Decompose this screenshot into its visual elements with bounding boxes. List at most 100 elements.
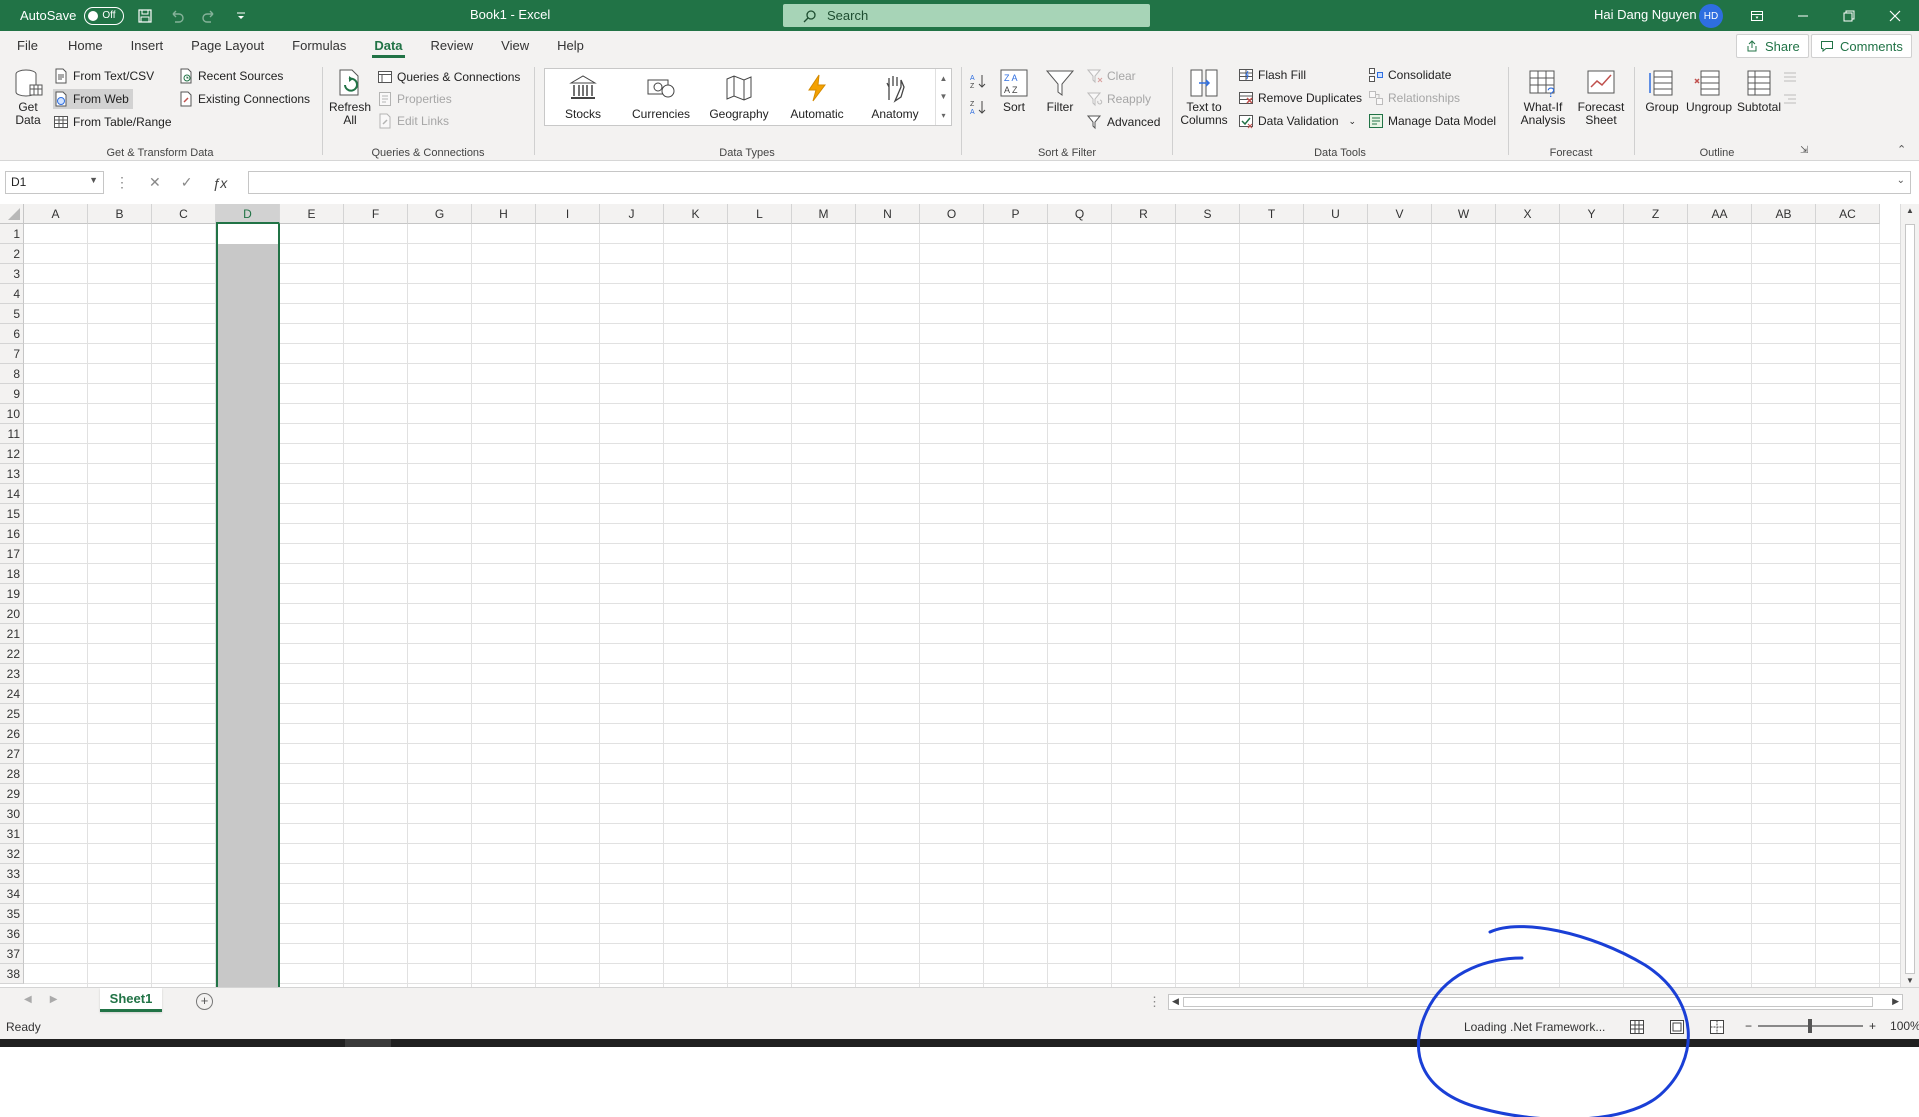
tab-data[interactable]: Data xyxy=(362,31,414,61)
share-button[interactable]: Share xyxy=(1736,34,1809,58)
group-button[interactable]: Group xyxy=(1642,67,1682,114)
column-header[interactable]: S xyxy=(1176,204,1240,224)
sort-z-a-button[interactable]: ZA xyxy=(970,97,990,117)
page-layout-view-icon[interactable] xyxy=(1668,1018,1686,1036)
row-header[interactable]: 30 xyxy=(0,804,24,824)
properties-button[interactable]: Properties xyxy=(377,89,452,109)
row-header[interactable]: 26 xyxy=(0,724,24,744)
row-header[interactable]: 1 xyxy=(0,224,24,244)
name-box[interactable]: D1 ▼ xyxy=(5,171,104,194)
row-header[interactable]: 7 xyxy=(0,344,24,364)
more-options-icon[interactable]: ⋮ xyxy=(115,174,129,191)
scroll-up-icon[interactable]: ▲ xyxy=(1906,206,1914,215)
comments-button[interactable]: Comments xyxy=(1811,34,1912,58)
column-header[interactable]: L xyxy=(728,204,792,224)
column-header[interactable]: M xyxy=(792,204,856,224)
column-header[interactable]: N xyxy=(856,204,920,224)
remove-duplicates-button[interactable]: Remove Duplicates xyxy=(1238,88,1362,108)
taskbar-item[interactable] xyxy=(345,1039,391,1047)
restore-icon[interactable] xyxy=(1826,0,1872,31)
row-header[interactable]: 24 xyxy=(0,684,24,704)
selected-column[interactable] xyxy=(216,224,280,987)
row-header[interactable]: 37 xyxy=(0,944,24,964)
zoom-in-icon[interactable]: + xyxy=(1869,1019,1876,1033)
redo-icon[interactable] xyxy=(198,5,220,27)
column-header[interactable]: C xyxy=(152,204,216,224)
horizontal-scrollbar[interactable]: ◀ ▶ xyxy=(1168,994,1903,1010)
save-icon[interactable] xyxy=(134,5,156,27)
row-header[interactable]: 13 xyxy=(0,464,24,484)
tab-insert[interactable]: Insert xyxy=(119,31,176,61)
queries-connections-button[interactable]: Queries & Connections xyxy=(377,67,520,87)
row-header[interactable]: 31 xyxy=(0,824,24,844)
consolidate-button[interactable]: Consolidate xyxy=(1368,65,1451,85)
customize-toolbar-icon[interactable] xyxy=(230,5,252,27)
add-sheet-icon[interactable]: + xyxy=(196,993,213,1010)
column-header[interactable]: Y xyxy=(1560,204,1624,224)
close-icon[interactable] xyxy=(1872,0,1918,31)
scroll-left-icon[interactable]: ◀ xyxy=(1172,996,1179,1007)
manage-data-model-button[interactable]: Manage Data Model xyxy=(1368,111,1496,131)
tab-file[interactable]: File xyxy=(5,31,50,61)
insert-function-icon[interactable]: ƒx xyxy=(212,175,227,191)
tab-review[interactable]: Review xyxy=(419,31,486,61)
cancel-icon[interactable]: ✕ xyxy=(149,174,161,191)
hide-detail-icon[interactable] xyxy=(1782,89,1802,109)
column-header[interactable]: K xyxy=(664,204,728,224)
row-header[interactable]: 6 xyxy=(0,324,24,344)
row-header[interactable]: 27 xyxy=(0,744,24,764)
refresh-all-button[interactable]: Refresh All xyxy=(329,67,371,127)
undo-icon[interactable] xyxy=(166,5,188,27)
sort-a-z-button[interactable]: AZ xyxy=(970,71,990,91)
column-header[interactable]: T xyxy=(1240,204,1304,224)
row-header[interactable]: 14 xyxy=(0,484,24,504)
tab-help[interactable]: Help xyxy=(545,31,596,61)
tab-page-layout[interactable]: Page Layout xyxy=(179,31,276,61)
filter-button[interactable]: Filter xyxy=(1044,67,1076,114)
formula-input[interactable]: ⌄ xyxy=(248,171,1911,194)
zoom-level[interactable]: 100% xyxy=(1890,1019,1919,1033)
column-header[interactable]: AA xyxy=(1688,204,1752,224)
row-header[interactable]: 5 xyxy=(0,304,24,324)
data-validation-button[interactable]: Data Validation ⌄ xyxy=(1238,111,1356,131)
row-header[interactable]: 8 xyxy=(0,364,24,384)
advanced-button[interactable]: Advanced xyxy=(1087,112,1160,132)
get-data-button[interactable]: Get Data xyxy=(12,67,44,127)
edit-links-button[interactable]: Edit Links xyxy=(377,111,449,131)
relationships-button[interactable]: Relationships xyxy=(1368,88,1460,108)
row-header[interactable]: 21 xyxy=(0,624,24,644)
next-sheet-icon[interactable]: ▶ xyxy=(50,994,58,1005)
row-header[interactable]: 29 xyxy=(0,784,24,804)
dialog-launcher-icon[interactable]: ⇲ xyxy=(1800,145,1808,156)
clear-button[interactable]: Clear xyxy=(1087,66,1136,86)
row-header[interactable]: 12 xyxy=(0,444,24,464)
column-header[interactable]: D xyxy=(216,204,280,224)
user-name[interactable]: Hai Dang Nguyen xyxy=(1594,7,1697,22)
scroll-down-icon[interactable]: ▼ xyxy=(1906,976,1914,985)
active-cell[interactable] xyxy=(218,224,278,244)
row-header[interactable]: 34 xyxy=(0,884,24,904)
vertical-scrollbar[interactable]: ▲ ▼ xyxy=(1900,204,1919,987)
row-header[interactable]: 28 xyxy=(0,764,24,784)
column-header[interactable]: P xyxy=(984,204,1048,224)
column-header[interactable]: AB xyxy=(1752,204,1816,224)
page-break-view-icon[interactable] xyxy=(1708,1018,1726,1036)
splitter-icon[interactable]: ⋮ xyxy=(1148,994,1161,1010)
column-header[interactable]: O xyxy=(920,204,984,224)
expand-formula-icon[interactable]: ⌄ xyxy=(1897,175,1905,186)
column-header[interactable]: Q xyxy=(1048,204,1112,224)
autosave-toggle[interactable]: Off xyxy=(84,6,125,25)
chevron-down-icon[interactable]: ▼ xyxy=(89,175,98,185)
ribbon-display-options-icon[interactable] xyxy=(1734,0,1780,31)
column-header[interactable]: R xyxy=(1112,204,1176,224)
scroll-thumb[interactable] xyxy=(1905,224,1915,974)
column-header[interactable]: V xyxy=(1368,204,1432,224)
row-header[interactable]: 18 xyxy=(0,564,24,584)
existing-connections-button[interactable]: Existing Connections xyxy=(178,89,310,109)
column-header[interactable]: AC xyxy=(1816,204,1880,224)
enter-icon[interactable]: ✓ xyxy=(181,174,193,191)
ungroup-button[interactable]: Ungroup xyxy=(1686,67,1732,114)
sheet-tab[interactable]: Sheet1 xyxy=(100,988,162,1012)
column-header[interactable]: H xyxy=(472,204,536,224)
tab-home[interactable]: Home xyxy=(56,31,115,61)
